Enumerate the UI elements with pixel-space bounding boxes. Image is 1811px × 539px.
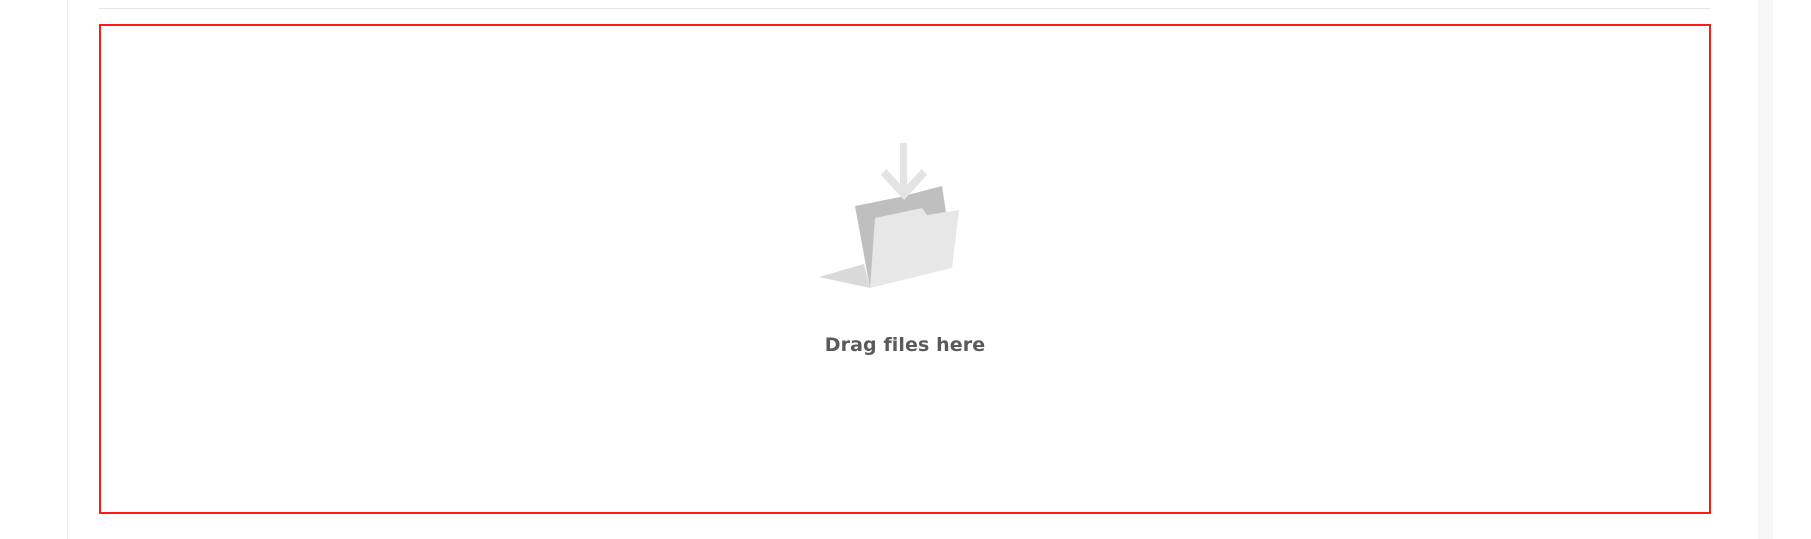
top-divider [99, 8, 1711, 9]
folder-download-icon [816, 112, 996, 302]
vertical-scrollbar[interactable] [1758, 0, 1773, 539]
right-gutter [1743, 0, 1758, 539]
upload-page: Drag files here [0, 0, 1811, 539]
drop-label: Drag files here [824, 334, 986, 356]
file-drop-zone[interactable]: Drag files here [99, 24, 1711, 514]
